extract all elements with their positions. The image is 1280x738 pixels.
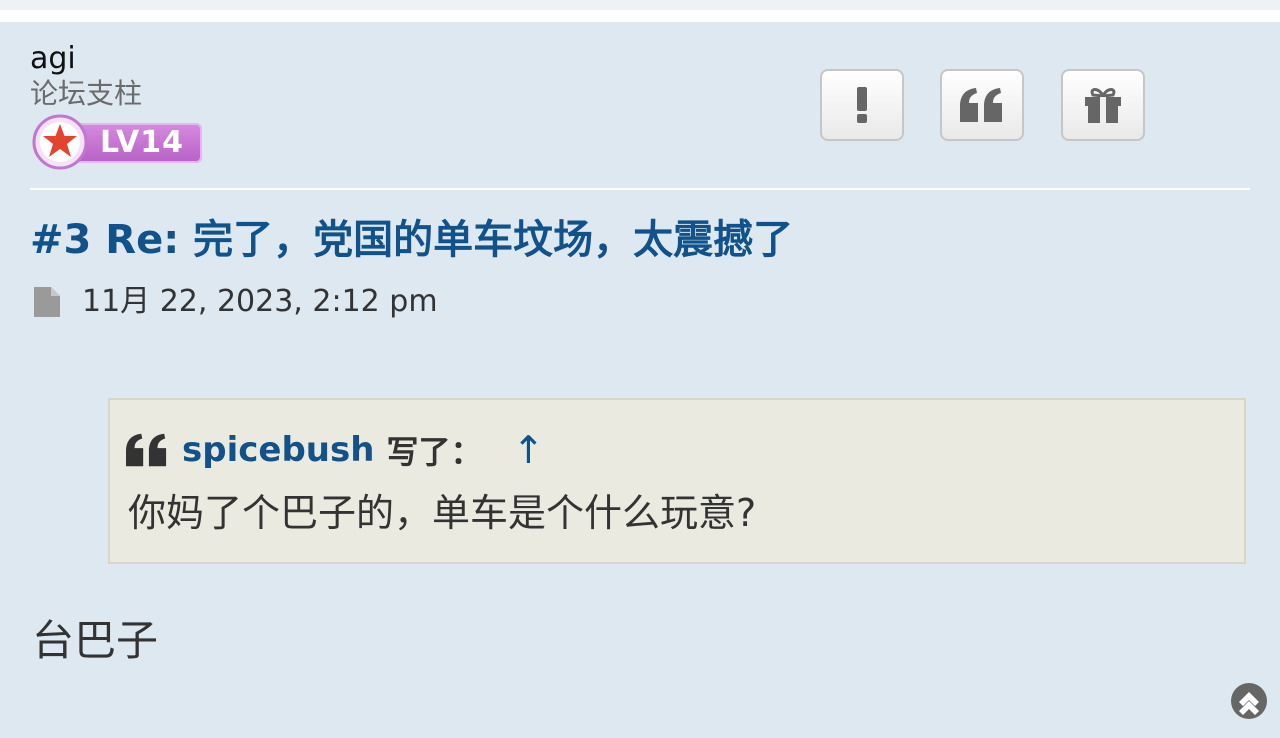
quote-mark-icon [126, 433, 167, 467]
quote-jump-link[interactable]: ↑ [512, 430, 544, 470]
level-badge: LV14 [32, 114, 202, 170]
top-strip-inner [0, 0, 1280, 10]
exclamation-icon [857, 87, 867, 123]
user-rank: 论坛支柱 [30, 77, 143, 110]
quote-author-link[interactable]: spicebush [182, 430, 374, 470]
gift-button[interactable] [1061, 69, 1145, 141]
quote-wrote-label: 写了： [386, 433, 483, 471]
quote-icon [960, 88, 1002, 122]
post-meta: 11月 22, 2023, 2:12 pm [32, 284, 438, 320]
quote-header: spicebush 写了： ↑ [126, 428, 544, 472]
post-date: 11月 22, 2023, 2:12 pm [82, 284, 438, 319]
star-badge-icon [32, 114, 88, 170]
back-to-top-button[interactable] [1230, 682, 1268, 720]
post-body: 台巴子 [32, 616, 159, 665]
top-strip [0, 0, 1280, 22]
quote-button[interactable] [940, 69, 1024, 141]
gift-icon [1085, 88, 1121, 123]
level-label: LV14 [100, 125, 184, 160]
post-author-name[interactable]: agi [30, 42, 76, 76]
post-divider [30, 188, 1250, 190]
document-icon[interactable] [32, 285, 62, 319]
quote-text: 你妈了个巴子的，单车是个什么玩意? [128, 491, 757, 535]
post-container: agi 论坛支柱 LV14 #3 Re: 完了，党国的单车坟场，太震撼了 11月… [0, 22, 1280, 738]
post-title[interactable]: #3 Re: 完了，党国的单车坟场，太震撼了 [30, 214, 793, 266]
quote-block: spicebush 写了： ↑ 你妈了个巴子的，单车是个什么玩意? [108, 398, 1246, 564]
report-button[interactable] [820, 69, 904, 141]
